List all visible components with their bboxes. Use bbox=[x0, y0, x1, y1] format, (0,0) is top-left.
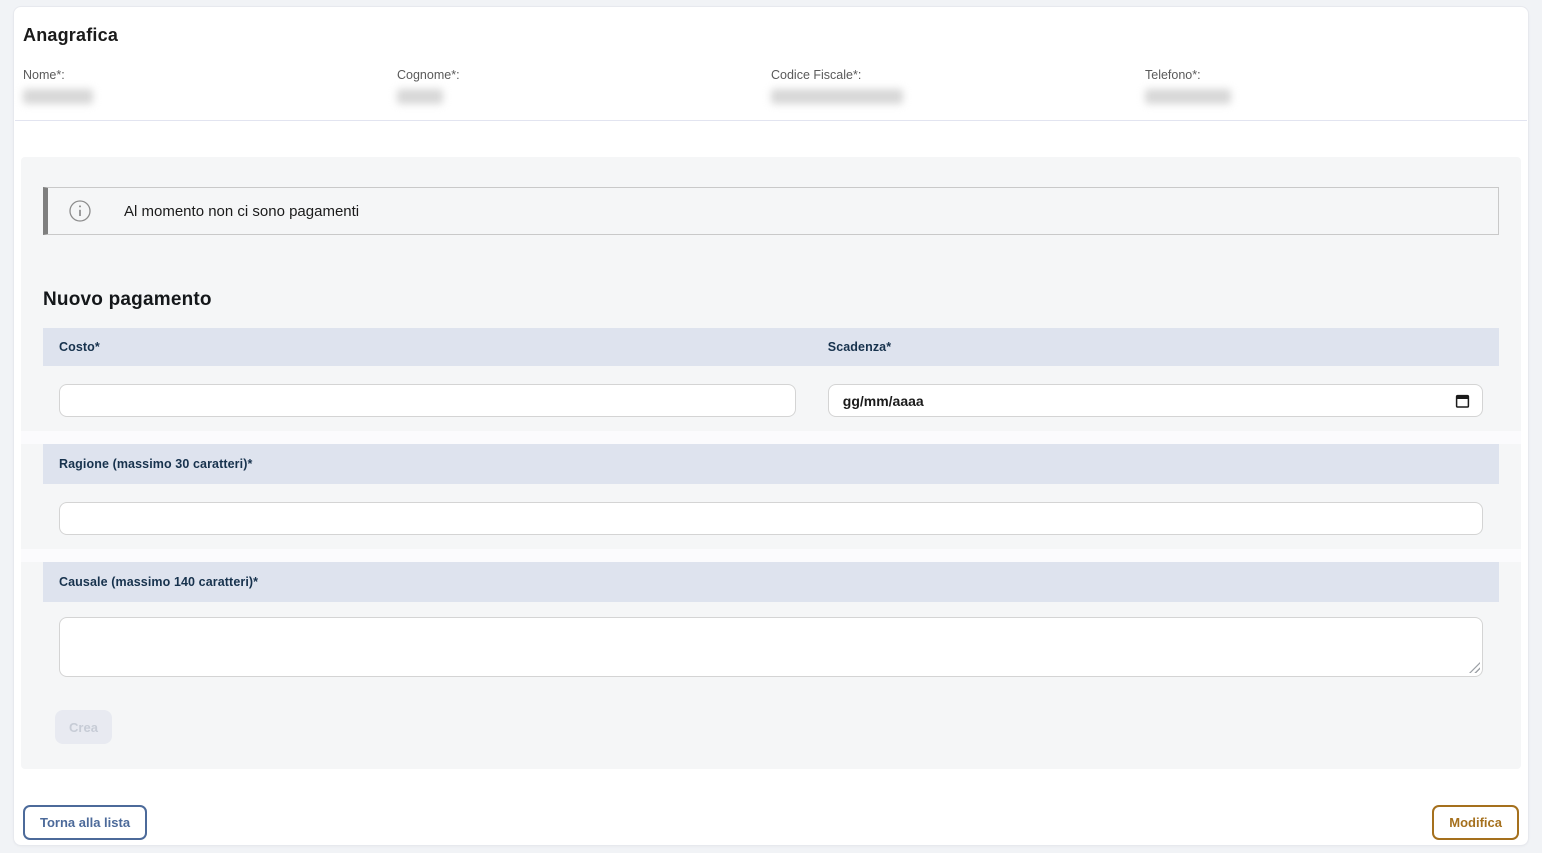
no-payments-alert: Al momento non ci sono pagamenti bbox=[43, 187, 1499, 235]
no-payments-alert-text: Al momento non ci sono pagamenti bbox=[124, 203, 359, 220]
anagrafica-fields-row: Nome*: Cognome*: Codice Fiscale*: Telefo… bbox=[23, 68, 1519, 104]
costo-scadenza-band-row: Costo* Scadenza* bbox=[43, 328, 1499, 366]
modifica-button[interactable]: Modifica bbox=[1432, 805, 1519, 840]
scadenza-band: Scadenza* bbox=[812, 328, 1499, 366]
section-divider bbox=[15, 120, 1527, 121]
causale-textarea[interactable] bbox=[59, 617, 1483, 677]
field-cognome: Cognome*: bbox=[397, 68, 771, 104]
new-payment-title: Nuovo pagamento bbox=[43, 289, 1499, 311]
new-payment-form: Costo* Scadenza* gg/mm/aaaa bbox=[43, 328, 1499, 744]
causale-input-cell bbox=[43, 602, 1499, 693]
codice-fiscale-value-redacted bbox=[771, 89, 903, 104]
row-gap bbox=[21, 549, 1521, 562]
telefono-value-redacted bbox=[1145, 89, 1231, 104]
info-icon bbox=[68, 199, 92, 223]
cognome-label: Cognome*: bbox=[397, 68, 771, 82]
scadenza-input-cell: gg/mm/aaaa bbox=[812, 366, 1499, 431]
cognome-value-redacted bbox=[397, 89, 443, 104]
telefono-label: Telefono*: bbox=[1145, 68, 1519, 82]
scadenza-date-input[interactable]: gg/mm/aaaa bbox=[828, 384, 1483, 417]
causale-label: Causale (massimo 140 caratteri)* bbox=[59, 575, 258, 589]
ragione-input[interactable] bbox=[59, 502, 1483, 535]
nome-label: Nome*: bbox=[23, 68, 397, 82]
costo-scadenza-input-row: gg/mm/aaaa bbox=[43, 366, 1499, 431]
footer-actions: Torna alla lista Modifica bbox=[23, 805, 1519, 840]
payments-panel: Al momento non ci sono pagamenti Nuovo p… bbox=[21, 157, 1521, 769]
ragione-band: Ragione (massimo 30 caratteri)* bbox=[43, 444, 1499, 484]
anagrafica-section: Anagrafica Nome*: Cognome*: Codice Fisca… bbox=[14, 7, 1528, 104]
ragione-input-cell bbox=[43, 484, 1499, 549]
codice-fiscale-label: Codice Fiscale*: bbox=[771, 68, 1145, 82]
anagrafica-title: Anagrafica bbox=[23, 25, 1519, 46]
row-gap bbox=[21, 431, 1521, 444]
field-codice-fiscale: Codice Fiscale*: bbox=[771, 68, 1145, 104]
calendar-icon[interactable] bbox=[1455, 393, 1470, 409]
scadenza-date-placeholder: gg/mm/aaaa bbox=[843, 393, 924, 409]
ragione-label: Ragione (massimo 30 caratteri)* bbox=[59, 457, 252, 471]
costo-band: Costo* bbox=[43, 328, 812, 366]
scadenza-label: Scadenza* bbox=[828, 340, 891, 354]
main-card: Anagrafica Nome*: Cognome*: Codice Fisca… bbox=[13, 6, 1529, 846]
costo-input[interactable] bbox=[59, 384, 796, 417]
back-to-list-button[interactable]: Torna alla lista bbox=[23, 805, 147, 840]
nome-value-redacted bbox=[23, 89, 93, 104]
field-telefono: Telefono*: bbox=[1145, 68, 1519, 104]
costo-label: Costo* bbox=[59, 340, 100, 354]
crea-button[interactable]: Crea bbox=[55, 710, 112, 744]
costo-input-cell bbox=[43, 366, 812, 431]
causale-band: Causale (massimo 140 caratteri)* bbox=[43, 562, 1499, 602]
field-nome: Nome*: bbox=[23, 68, 397, 104]
